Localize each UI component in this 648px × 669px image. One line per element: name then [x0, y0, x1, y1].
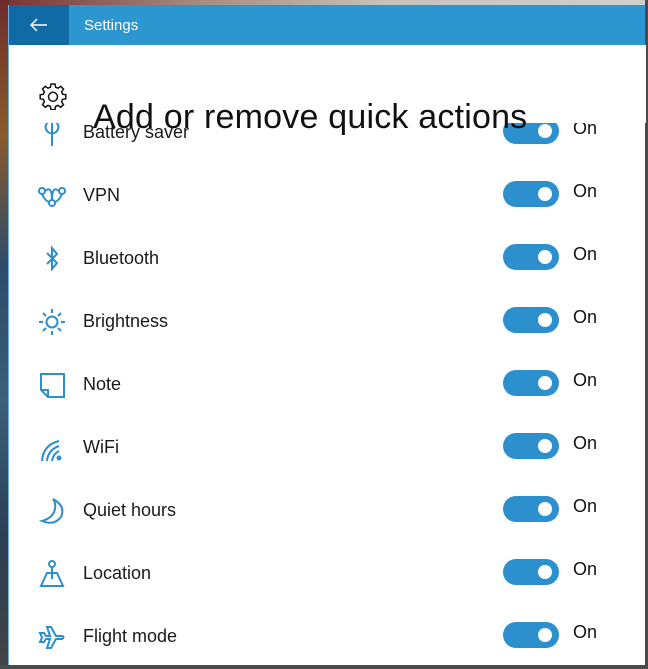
quiet-hours-icon	[37, 496, 67, 526]
quick-action-label: Bluetooth	[83, 248, 160, 268]
quick-action-row-note: Note On	[9, 364, 646, 404]
quick-action-row-location: Location On	[9, 553, 646, 593]
bluetooth-icon	[37, 244, 67, 274]
quick-action-row-bluetooth: Bluetooth On	[9, 238, 646, 278]
toggle-knob	[538, 124, 552, 138]
toggle-knob	[538, 187, 552, 201]
quick-action-label: WiFi	[83, 437, 119, 457]
settings-window: Battery saver On VPN On Bluetooth On Bri…	[8, 5, 646, 665]
bluetooth-toggle[interactable]	[503, 244, 559, 270]
toggle-knob	[538, 565, 552, 579]
window-title: Settings	[84, 17, 139, 34]
toggle-knob	[538, 439, 552, 453]
toggle-state-text: On	[573, 433, 598, 453]
location-icon	[37, 559, 67, 589]
toggle-knob	[538, 250, 552, 264]
brightness-icon	[37, 307, 67, 337]
toggle-knob	[538, 376, 552, 390]
wifi-icon	[37, 433, 67, 463]
toggle-state-text: On	[573, 559, 598, 579]
page-title: Add or remove quick actions	[93, 97, 528, 136]
quick-action-row-flight-mode: Flight mode On	[9, 616, 646, 656]
note-toggle[interactable]	[503, 370, 559, 396]
note-icon	[37, 370, 67, 400]
brightness-toggle[interactable]	[503, 307, 559, 333]
page-header: Add or remove quick actions	[9, 45, 646, 136]
quick-action-row-quiet-hours: Quiet hours On	[9, 490, 646, 530]
quick-action-row-wifi: WiFi On	[9, 427, 646, 467]
toggle-state-text: On	[573, 496, 598, 516]
quick-action-label: Flight mode	[83, 626, 178, 646]
flight-mode-icon	[37, 622, 67, 652]
flight-mode-toggle[interactable]	[503, 622, 559, 648]
quick-action-label: VPN	[83, 185, 121, 205]
toggle-knob	[538, 628, 552, 642]
vpn-icon	[37, 181, 67, 211]
quick-action-row-vpn: VPN On	[9, 175, 646, 215]
quick-action-label: Quiet hours	[83, 500, 177, 520]
window-border-bottom	[0, 665, 648, 669]
back-arrow-icon	[30, 18, 48, 32]
location-toggle[interactable]	[503, 559, 559, 585]
quick-action-row-brightness: Brightness On	[9, 301, 646, 341]
quick-action-label: Location	[83, 563, 152, 583]
toggle-knob	[538, 313, 552, 327]
back-button[interactable]	[9, 5, 69, 45]
toggle-state-text: On	[573, 307, 598, 327]
quick-action-label: Note	[83, 374, 122, 394]
quiet-hours-toggle[interactable]	[503, 496, 559, 522]
vpn-toggle[interactable]	[503, 181, 559, 207]
toggle-state-text: On	[573, 181, 598, 201]
title-bar: Settings	[9, 5, 646, 45]
toggle-knob	[538, 502, 552, 516]
quick-action-label: Brightness	[83, 311, 169, 331]
toggle-state-text: On	[573, 244, 598, 264]
wifi-toggle[interactable]	[503, 433, 559, 459]
gear-icon	[39, 82, 67, 110]
toggle-state-text: On	[573, 622, 598, 642]
toggle-state-text: On	[573, 370, 598, 390]
